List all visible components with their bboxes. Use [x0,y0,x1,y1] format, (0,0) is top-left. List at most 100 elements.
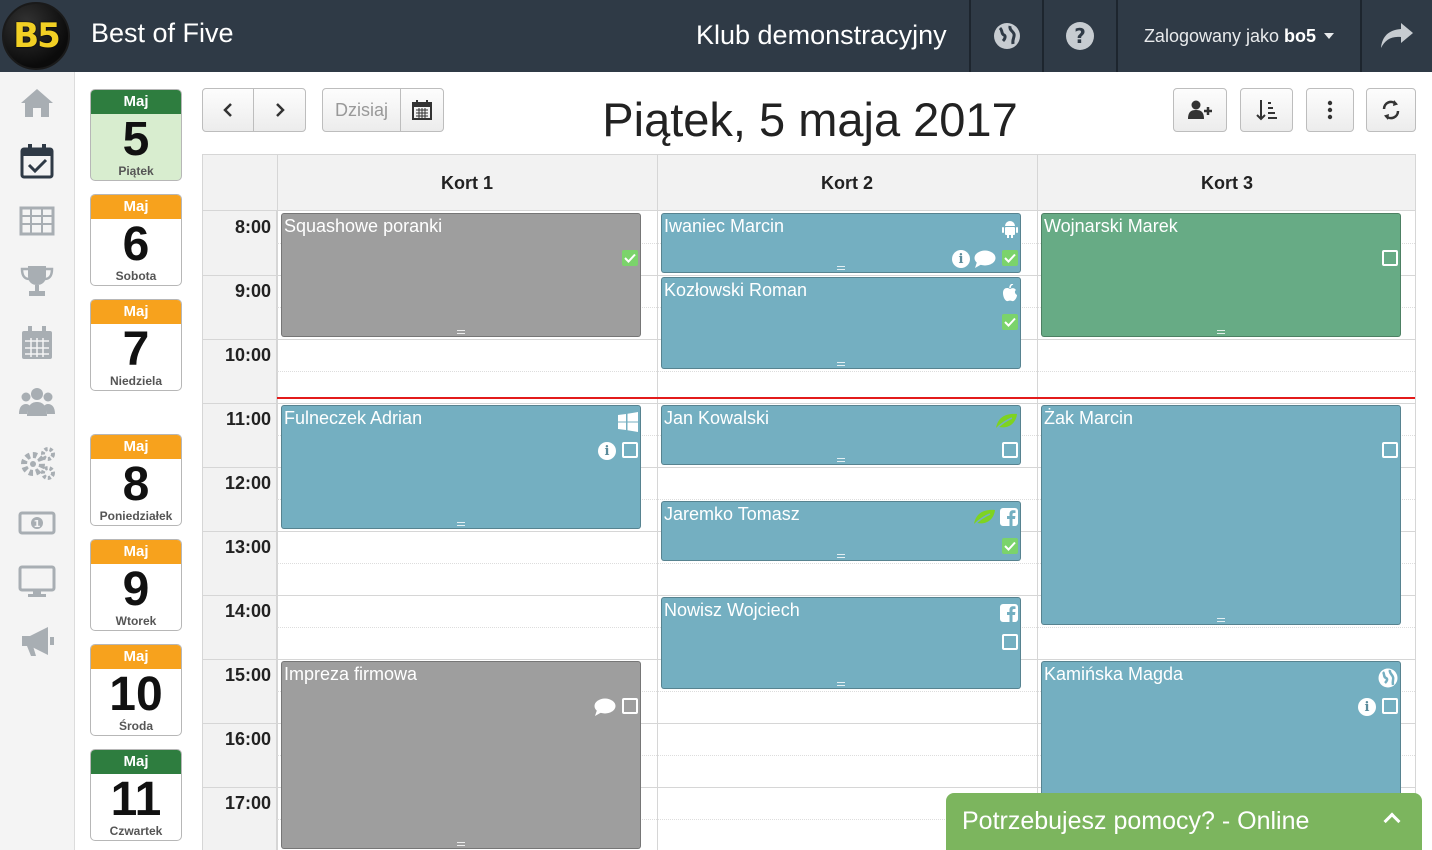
table-icon[interactable] [18,202,56,240]
user-plus-icon [1188,100,1212,119]
reservation-title: Fulneczek Adrian [284,408,423,428]
prev-day-button[interactable] [203,89,255,131]
users-icon[interactable] [18,382,56,420]
apple-icon [1002,284,1018,302]
sort-button[interactable] [1240,88,1293,132]
checkbox[interactable] [622,698,638,714]
logout-button[interactable] [1362,0,1432,72]
caret-down-icon [1324,33,1335,39]
resize-handle[interactable] [457,522,465,526]
checkbox-checked[interactable] [1002,314,1018,330]
resize-handle[interactable] [837,554,845,558]
resize-handle[interactable] [837,682,845,686]
day-card[interactable]: Maj 9 Wtorek [90,539,182,631]
column-divider [277,155,278,850]
resize-handle[interactable] [1217,330,1225,334]
leaf-icon [972,508,996,526]
monitor-icon[interactable] [18,562,56,600]
day-card[interactable]: Maj 7 Niedziela [90,299,182,391]
checkbox[interactable] [622,442,638,458]
day-card[interactable]: Maj 6 Sobota [90,194,182,286]
help-chat-widget[interactable]: Potrzebujesz pomocy? - Online [946,793,1422,850]
checkbox-checked[interactable] [1002,250,1018,266]
money-icon[interactable]: 1 [18,504,56,542]
android-icon [1002,220,1018,238]
reservation-title: Kozłowski Roman [664,280,808,300]
time-label: 13:00 [224,537,271,557]
day-card[interactable]: Maj 8 Poniedziałek [90,434,182,526]
user-prefix: Zalogowany jako [1143,25,1280,46]
reservation-title: Iwaniec Marcin [664,216,785,236]
resize-handle[interactable] [457,330,465,334]
resize-handle[interactable] [837,458,845,462]
help-chat-label: Potrzebujesz pomocy? - Online [962,807,1310,835]
resize-handle[interactable] [837,266,845,270]
day-month: Maj [91,750,181,774]
day-weekday: Wtorek [115,614,157,628]
info-icon[interactable]: i [598,442,616,460]
checkbox[interactable] [1382,442,1398,458]
settings-icon[interactable] [18,444,56,482]
club-name[interactable]: Klub demonstracyjny [696,20,947,51]
day-card[interactable]: Maj 10 Środa [90,644,182,736]
info-icon[interactable]: i [952,250,970,268]
reservation-title: Squashowe poranki [284,216,443,236]
day-number: 7 [122,323,150,376]
checkbox-checked[interactable] [1002,538,1018,554]
add-player-button[interactable] [1173,88,1227,132]
reservation-block[interactable]: Żak Marcin [1041,405,1401,625]
refresh-button[interactable] [1366,88,1416,132]
reservation-block[interactable]: Wojnarski Marek [1041,213,1401,337]
refresh-icon [1382,100,1400,120]
checkbox[interactable] [1382,250,1398,266]
reservation-block[interactable]: Jaremko Tomasz [661,501,1021,561]
resize-handle[interactable] [457,842,465,846]
reservation-block[interactable]: Squashowe poranki [281,213,641,337]
day-card[interactable]: Maj 5 Piątek [90,89,182,181]
day-number: 10 [109,668,163,721]
user-menu[interactable]: Zalogowany jako bo5 [1118,0,1360,72]
calendar-icon [412,100,432,120]
facebook-icon [1000,604,1018,622]
calendar-check-icon[interactable] [18,142,56,180]
reservation-block[interactable]: Kozłowski Roman [661,277,1021,369]
checkbox-checked[interactable] [622,250,638,266]
reservation-title: Jaremko Tomasz [664,504,800,524]
calendar-icon[interactable] [18,324,56,362]
time-label: 14:00 [224,601,271,621]
reservation-block[interactable]: Impreza firmowa [281,661,641,849]
time-label: 15:00 [224,665,271,685]
help-button[interactable]: ? [1044,0,1116,72]
half-hour-line [277,371,1415,372]
home-icon[interactable] [18,84,56,122]
reservation-block[interactable]: Fulneczek Adrian i [281,405,641,529]
checkbox[interactable] [1002,634,1018,650]
app-logo[interactable]: B5 [2,2,70,70]
app-title: Best of Five [91,18,234,48]
next-day-button[interactable] [254,89,305,131]
svg-text:1: 1 [34,519,41,530]
resize-handle[interactable] [837,362,845,366]
checkbox[interactable] [1382,698,1398,714]
day-card[interactable]: Maj 11 Czwartek [90,749,182,841]
reservation-block[interactable]: Nowisz Wojciech [661,597,1021,689]
reservation-block[interactable]: Iwaniec Marcin i [661,213,1021,273]
resize-handle[interactable] [1217,618,1225,622]
reservation-title: Jan Kowalski [664,408,770,428]
vertical-dots-icon [1327,100,1333,120]
info-icon[interactable]: i [1358,698,1376,716]
megaphone-icon[interactable] [18,622,56,660]
reservation-block[interactable]: Jan Kowalski [661,405,1021,465]
time-label: 9:00 [234,281,271,301]
globe-icon [1378,668,1398,688]
chevron-left-icon [223,103,232,117]
today-button[interactable]: Dzisiaj [323,89,401,131]
reservation-title: Żak Marcin [1044,408,1134,428]
day-weekday: Czwartek [109,824,163,838]
day-number: 11 [110,773,162,826]
trophy-icon[interactable] [18,262,56,300]
date-picker-button[interactable] [401,89,443,131]
checkbox[interactable] [1002,442,1018,458]
language-button[interactable] [971,0,1042,72]
more-options-button[interactable] [1306,88,1354,132]
